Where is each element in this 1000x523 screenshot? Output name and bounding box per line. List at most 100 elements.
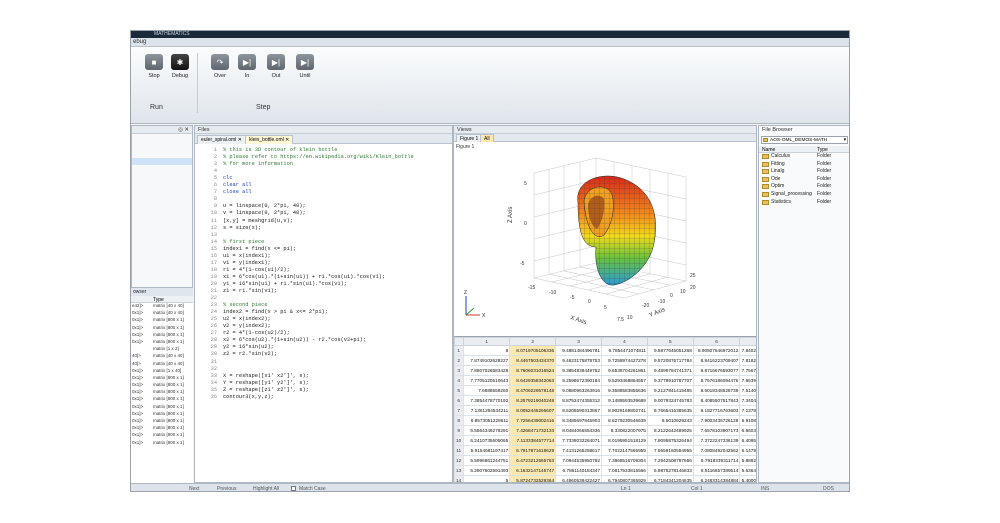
code-line[interactable]: 27 r2 = 4*(1-cos(u2)/2); xyxy=(195,330,452,337)
code-line[interactable]: 1 % this is 3D contour of klein bottle xyxy=(195,147,452,154)
code-line[interactable]: 24 index2 = find(x > pi & x<= 2*pi); xyxy=(195,309,452,316)
variable-row[interactable]: 0x1]> matrix [800 x 1] xyxy=(131,411,193,418)
code-line[interactable]: 35 Z = reshape([z1' z2']', s); xyxy=(195,387,452,394)
table-cell[interactable]: 5.2907602591493 xyxy=(463,465,511,476)
variable-row[interactable]: 0x1]> matrix [800 x 1] xyxy=(131,432,193,439)
code-line[interactable]: 22 xyxy=(195,295,452,302)
chevron-down-icon[interactable]: ▾ xyxy=(844,137,846,144)
menu-debug[interactable]: ebug xyxy=(133,39,146,45)
file-row[interactable]: Calculus Folder xyxy=(759,153,849,161)
table-cell[interactable]: 9.6538704261861 xyxy=(601,365,648,376)
variable-row[interactable]: 0x1]> matrix [800 x 1] xyxy=(131,425,193,432)
table-cell[interactable]: 9.3588583855636 xyxy=(601,385,648,396)
row-header[interactable]: 14 xyxy=(454,475,465,482)
file-row[interactable]: Signal_processing Folder xyxy=(759,191,849,199)
table-cell[interactable]: 8.2122642489925 xyxy=(646,425,694,436)
table-cell[interactable]: 9.4881484496781 xyxy=(555,345,602,356)
table-cell[interactable]: 7.1378 xyxy=(739,405,756,416)
data-spreadsheet[interactable]: 123456 1 8 8.0719705106336 9.4881484496781 9… xyxy=(454,336,756,482)
file-row[interactable]: Fitting Folder xyxy=(759,161,849,169)
table-cell[interactable]: 5.6364 xyxy=(739,465,756,476)
file-row[interactable]: Optim Folder xyxy=(759,183,849,191)
close-icon[interactable]: ✕ xyxy=(238,137,242,143)
row-header[interactable]: 4 xyxy=(454,375,465,386)
table-cell[interactable]: 8.7576186094476 xyxy=(692,375,741,386)
row-header[interactable]: 8 xyxy=(454,415,465,426)
code-line[interactable]: 31 xyxy=(195,359,452,366)
variable-row[interactable]: 0x1]> matrix [800 x 1] xyxy=(131,404,193,411)
table-cell[interactable]: 8.7665416385635 xyxy=(646,405,694,416)
table-cell[interactable]: 8.330822007975 xyxy=(601,425,648,436)
code-line[interactable]: 26 v2 = y(index2); xyxy=(195,323,452,330)
table-cell[interactable]: 8.6018348528739 xyxy=(692,385,741,396)
variable-row[interactable]: 0x1]> matrix [800 x 1] xyxy=(131,332,193,339)
table-cell[interactable]: 8.4709229578148 xyxy=(509,385,557,396)
code-line[interactable]: 7 close all xyxy=(195,189,452,196)
code-editor[interactable]: 1 % this is 3D contour of klein bottle 2 % … xyxy=(195,145,452,482)
step-over-button[interactable]: ↷ Over xyxy=(209,54,231,79)
column-header[interactable]: 4 xyxy=(601,337,648,346)
table-cell[interactable]: 9.5877645051268 xyxy=(646,345,694,356)
tab-klein-bottle[interactable]: klein_bottle.oml ✕ xyxy=(245,135,294,144)
table-cell[interactable]: 7.4268471732133 xyxy=(509,425,557,436)
table-cell[interactable]: 7.0944535950792 xyxy=(555,455,602,466)
code-line[interactable]: 8 xyxy=(195,196,452,203)
table-cell[interactable]: 7.7567 xyxy=(739,365,756,376)
table-cell[interactable]: 7.1361264534211 xyxy=(463,405,511,416)
match-case-checkbox[interactable] xyxy=(291,486,296,491)
table-cell[interactable]: 5.5996861244751 xyxy=(463,455,511,466)
table-cell[interactable]: 8.1827716763603 xyxy=(692,405,741,416)
code-line[interactable]: 14 % first piece xyxy=(195,239,452,246)
find-previous-button[interactable]: Previous xyxy=(217,486,236,491)
code-line[interactable]: 2 % please refer to https://en.wikipedia.… xyxy=(195,154,452,161)
table-cell[interactable]: 6.4723212565763 xyxy=(509,455,557,466)
stop-button[interactable]: ■ Stop xyxy=(143,54,165,79)
row-header[interactable]: 12 xyxy=(454,455,465,466)
table-cell[interactable]: 6.9108 xyxy=(739,415,756,426)
code-line[interactable]: 32 xyxy=(195,366,452,373)
table-cell[interactable]: 7.0808492042562 xyxy=(692,445,741,456)
column-header[interactable]: 6 xyxy=(692,337,741,346)
table-cell[interactable]: 6.7184341204635 xyxy=(646,475,694,482)
code-line[interactable]: 23 % second piece xyxy=(195,302,452,309)
variable-row[interactable]: 0x1]> matrix [800 x 1] xyxy=(131,382,193,389)
table-cell[interactable]: 8.6429358342063 xyxy=(509,375,557,386)
table-cell[interactable]: 8.2579219040248 xyxy=(509,395,557,406)
table-cell[interactable]: 5.8724732529364 xyxy=(509,475,557,482)
code-line[interactable]: 20 y1 = 16*sin(u1) + r1.*sin(u1).*cos(v1)… xyxy=(195,281,452,288)
find-next-button[interactable]: Next xyxy=(189,486,199,491)
table-cell[interactable]: 8.0484066554336 xyxy=(555,425,602,436)
debug-button[interactable]: ✱ Debug xyxy=(169,54,191,79)
table-cell[interactable]: 7.6539 xyxy=(739,375,756,386)
table-cell[interactable]: 6.2483314384884 xyxy=(692,475,741,482)
code-line[interactable]: 18 r1 = 4*(1-cos(u1)/2); xyxy=(195,267,452,274)
row-header[interactable]: 11 xyxy=(454,445,465,456)
row-header[interactable]: 7 xyxy=(454,405,465,416)
table-cell[interactable]: 9.4899784741371 xyxy=(646,365,694,376)
variable-row[interactable]: 40]> matrix [40 x 40] xyxy=(131,353,193,360)
tab-all[interactable]: All xyxy=(480,134,494,142)
table-cell[interactable]: 5.9154681197417 xyxy=(463,445,511,456)
code-line[interactable]: 13 xyxy=(195,232,452,239)
variable-row[interactable]: 0x1]> matrix [800 x 1] xyxy=(131,317,193,324)
row-header[interactable]: 3 xyxy=(454,365,465,376)
selected-tree-row[interactable] xyxy=(132,158,192,165)
table-cell[interactable]: 7.4131265258617 xyxy=(555,445,602,456)
table-cell[interactable]: 9.3854838449752 xyxy=(555,365,602,376)
code-line[interactable]: 34 Y = reshape([y1' y2']', s); xyxy=(195,380,452,387)
table-cell[interactable]: 8.8752474355312 xyxy=(555,395,602,406)
table-cell[interactable]: 7.0817533815566 xyxy=(601,465,648,476)
code-line[interactable]: 10 v = linspace(0, 2*pi, 40); xyxy=(195,210,452,217)
file-row[interactable]: Ode Folder xyxy=(759,176,849,184)
variable-row[interactable]: 0x1]> matrix [800 x 1] xyxy=(131,396,193,403)
row-header[interactable]: 2 xyxy=(454,355,465,366)
table-cell[interactable]: 7.8402 xyxy=(739,345,756,356)
variable-row[interactable]: e42]> matrix [40 x 40] xyxy=(131,303,193,310)
code-line[interactable]: 25 u2 = x(index2); xyxy=(195,316,452,323)
table-cell[interactable]: 8.4467503434370 xyxy=(509,355,557,366)
table-cell[interactable]: 8.9029169802741 xyxy=(601,405,648,416)
table-cell[interactable]: 8.3485697845903 xyxy=(555,415,602,426)
row-header[interactable]: 6 xyxy=(454,395,465,406)
table-cell[interactable]: 9.7258974427278 xyxy=(601,355,648,366)
code-line[interactable]: 5 clc xyxy=(195,175,452,182)
